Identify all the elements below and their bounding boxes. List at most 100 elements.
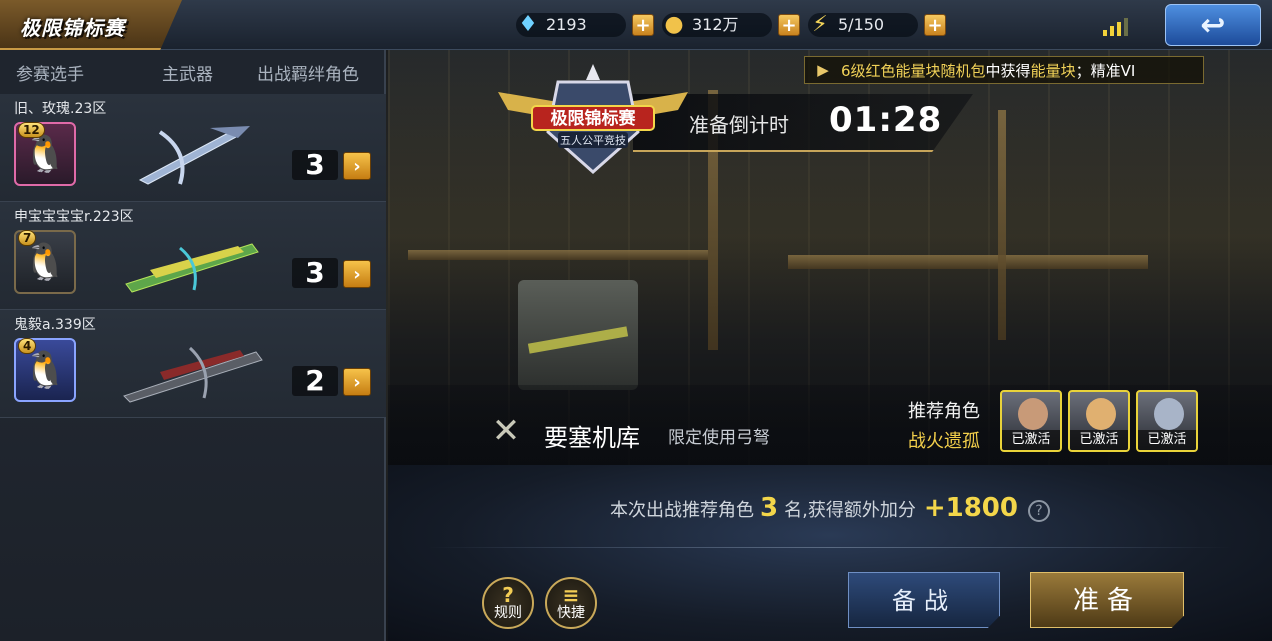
rules-button[interactable]: ? 规则 — [482, 577, 534, 629]
bonus-count: 3 — [760, 493, 779, 523]
help-icon[interactable]: ? — [1027, 500, 1050, 522]
chevron-right-icon: › — [353, 372, 361, 393]
back-arrow-icon: ↩ — [1200, 7, 1226, 43]
expand-arrow-button[interactable]: › — [343, 260, 371, 288]
gold-currency: ● 312万 + — [662, 12, 800, 38]
question-icon: ? — [502, 583, 514, 607]
emblem-subtitle: 五人公平竞技 — [560, 133, 626, 147]
crossbow-weapon-icon — [123, 346, 263, 403]
tournament-emblem-icon: 极限锦标赛 五人公平竞技 — [498, 64, 688, 175]
player-name: 鬼毅a.339区 — [14, 317, 96, 333]
ticker-text: 能量块 — [1030, 61, 1076, 80]
recommended-character[interactable]: 已激活 — [1000, 390, 1062, 452]
scene-beam — [788, 255, 1148, 269]
bonus-points: +1800 — [923, 493, 1018, 523]
quick-chat-button[interactable]: ≡ 快捷 — [545, 577, 597, 629]
add-diamond-button[interactable]: + — [632, 14, 654, 36]
level-badge: 4 — [18, 338, 37, 354]
avatar[interactable]: 🐧 12 — [14, 122, 76, 186]
player-row[interactable]: 旧、玫瑰.23区 🐧 12 3 › — [0, 94, 386, 202]
tournament-lobby-screen: 极限锦标赛 ♦ 2193 + ● 312万 + ⚡ 5/150 + ↩ 参赛选手… — [0, 0, 1272, 641]
countdown-label: 准备倒计时 — [689, 113, 789, 137]
scene-pillar — [998, 110, 1006, 340]
character-portrait-icon — [1154, 398, 1184, 430]
player-name: 旧、玫瑰.23区 — [14, 101, 107, 117]
penguin-avatar-icon: 🐧 — [22, 242, 68, 283]
signal-bars-icon — [1103, 18, 1128, 36]
column-player: 参赛选手 — [16, 64, 84, 85]
bonus-prefix: 本次出战推荐角色 — [610, 500, 754, 521]
penguin-avatar-icon: 🐧 — [22, 350, 68, 391]
activated-tag: 已激活 — [1070, 430, 1128, 450]
gold-amount-box: ● 312万 — [662, 13, 772, 37]
energy-bolt-icon: ⚡ — [812, 12, 828, 37]
bond-count: 3 — [292, 150, 338, 180]
diamond-currency: ♦ 2193 + — [516, 12, 654, 38]
crossed-arrows-icon: ✕ — [491, 411, 521, 451]
level-badge: 7 — [18, 230, 37, 246]
map-restriction: 限定使用弓弩 — [668, 428, 770, 448]
player-list-header: 参赛选手 主武器 出战羁绊角色 — [0, 50, 384, 94]
avatar[interactable]: 🐧 7 — [14, 230, 76, 294]
level-badge: 12 — [18, 122, 45, 138]
bottom-panel: 本次出战推荐角色 3 名,获得额外加分 +1800? ? 规则 ≡ 快捷 备战 准备 — [388, 465, 1272, 641]
recommend-label: 推荐角色 — [908, 401, 980, 422]
crossbow-weapon-icon — [125, 243, 259, 293]
bond-count: 2 — [292, 366, 338, 396]
player-row[interactable]: 鬼毅a.339区 🐧 4 2 › — [0, 310, 386, 418]
expand-arrow-button[interactable]: › — [343, 152, 371, 180]
ticker-text: ；精准VI — [1075, 61, 1136, 80]
column-weapon: 主武器 — [162, 64, 213, 85]
add-gold-button[interactable]: + — [778, 14, 800, 36]
energy-amount: 5/150 — [838, 15, 885, 34]
map-info-bar: ✕ 要塞机库 限定使用弓弩 推荐角色 战火遗孤 已激活 已激活 已激活 — [388, 385, 1272, 465]
bonus-info: 本次出战推荐角色 3 名,获得额外加分 +1800? — [388, 493, 1272, 523]
scene-beam — [408, 250, 708, 260]
crossbow-weapon-icon — [138, 126, 250, 185]
top-bar: 极限锦标赛 ♦ 2193 + ● 312万 + ⚡ 5/150 + ↩ — [0, 0, 1272, 50]
penguin-avatar-icon: 🐧 — [22, 134, 68, 175]
bond-count: 3 — [292, 258, 338, 288]
avatar[interactable]: 🐧 4 — [14, 338, 76, 402]
gold-amount: 312万 — [692, 15, 739, 34]
map-name: 要塞机库 — [544, 424, 640, 452]
back-button[interactable]: ↩ — [1165, 4, 1261, 46]
diamond-amount: 2193 — [546, 15, 587, 34]
recommended-character[interactable]: 已激活 — [1068, 390, 1130, 452]
character-portrait-icon — [1086, 398, 1116, 430]
divider — [428, 547, 1232, 548]
chevron-right-icon: › — [353, 264, 361, 285]
news-ticker: ▶ 6级红色能量块随机包 中获得 能量块 ；精准VI — [804, 56, 1204, 84]
player-row[interactable]: 申宝宝宝宝r.223区 🐧 7 3 › — [0, 202, 386, 310]
map-preview-scene: ▶ 6级红色能量块随机包 中获得 能量块 ；精准VI 准备倒计时 01:28 极… — [388, 50, 1272, 465]
player-name: 申宝宝宝宝r.223区 — [14, 209, 134, 225]
diamond-amount-box: ♦ 2193 — [516, 13, 626, 37]
energy-amount-box: ⚡ 5/150 — [808, 13, 918, 37]
speaker-icon: ▶ — [817, 61, 829, 79]
ticker-text: 6级红色能量块随机包 — [841, 61, 986, 80]
activated-tag: 已激活 — [1138, 430, 1196, 450]
rules-label: 规则 — [494, 605, 522, 621]
recommended-character[interactable]: 已激活 — [1136, 390, 1198, 452]
add-energy-button[interactable]: + — [924, 14, 946, 36]
diamond-icon: ♦ — [518, 12, 538, 37]
chevron-right-icon: › — [353, 156, 361, 177]
chat-icon: ≡ — [562, 583, 580, 607]
energy-currency: ⚡ 5/150 + — [808, 12, 946, 38]
column-bond-character: 出战羁绊角色 — [257, 64, 359, 85]
ready-button[interactable]: 准备 — [1030, 572, 1184, 628]
recommend-subtitle: 战火遗孤 — [908, 431, 980, 452]
expand-arrow-button[interactable]: › — [343, 368, 371, 396]
prepare-button[interactable]: 备战 — [848, 572, 1000, 628]
ticker-text: 中获得 — [985, 61, 1031, 80]
mode-title-badge: 极限锦标赛 — [0, 0, 182, 50]
bonus-mid: 名,获得额外加分 — [784, 500, 916, 521]
character-portrait-icon — [1018, 398, 1048, 430]
gold-coin-icon: ● — [664, 12, 684, 37]
activated-tag: 已激活 — [1002, 430, 1060, 450]
emblem-title: 极限锦标赛 — [551, 108, 637, 129]
mode-title: 极限锦标赛 — [20, 16, 125, 40]
scene-crate — [518, 280, 638, 390]
player-list-panel: 参赛选手 主武器 出战羁绊角色 旧、玫瑰.23区 🐧 12 3 › 申宝宝宝宝r… — [0, 50, 386, 641]
countdown-timer: 01:28 — [829, 100, 943, 140]
